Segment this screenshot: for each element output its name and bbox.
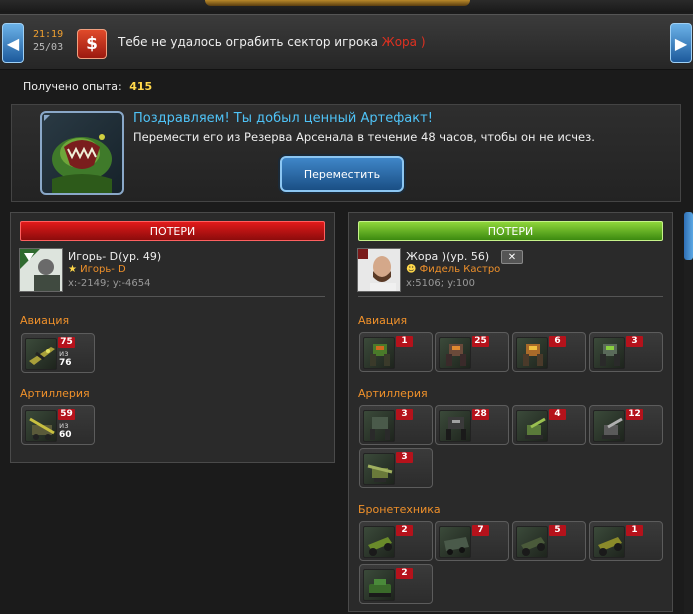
target-player-link[interactable]: Жора ) [382, 35, 426, 49]
divider [20, 296, 325, 297]
experience-label: Получено опыта: [23, 80, 122, 93]
unit-card[interactable]: 3 [359, 405, 433, 445]
turret-icon [516, 410, 548, 442]
unit-lost-count: 4 [549, 409, 566, 420]
experience-value: 415 [129, 80, 153, 93]
player-coords: x:5106; y:100 [406, 278, 475, 289]
unit-lost-count: 2 [396, 525, 413, 536]
notification-bar: ◀ 21:19 25/03 $ Тебе не удалось ограбить… [0, 14, 693, 70]
notification-text: Тебе не удалось ограбить сектор игрока [118, 35, 378, 49]
unit-lost-count: 3 [626, 336, 643, 347]
unit-of-label: из [59, 349, 69, 358]
unit-card[interactable]: 3 [359, 448, 433, 488]
category-aviation: Авиация [20, 314, 70, 327]
unit-card[interactable]: 7 [435, 521, 509, 561]
aircraft-icon [25, 338, 57, 370]
artifact-title: Поздравляем! Ты добыл ценный Артефакт! [133, 111, 433, 126]
losses-header: ПОТЕРИ [358, 221, 663, 241]
unit-card[interactable]: 2 [359, 564, 433, 604]
chevron-left-icon: ◀ [6, 33, 20, 53]
guild-name: Фидель Кастро [419, 264, 501, 275]
unit-lost-count: 5 [549, 525, 566, 536]
notification-message: Тебе не удалось ограбить сектор игрока Ж… [118, 35, 426, 49]
divider [358, 296, 663, 297]
unit-lost-count: 1 [396, 336, 413, 347]
unit-lost-count: 1 [626, 525, 643, 536]
unit-card[interactable]: 28 [435, 405, 509, 445]
player-name[interactable]: Жора )(ур. 56) [406, 250, 489, 263]
unit-card[interactable]: 6 [512, 332, 586, 372]
unit-card[interactable]: 1 [359, 332, 433, 372]
defender-losses-panel: ПОТЕРИ Жора )(ур. 56) ✕ ☻ Фидель Кастро … [348, 212, 673, 612]
unit-lost-count: 2 [396, 568, 413, 579]
unit-card[interactable]: 59 из 60 [21, 405, 95, 445]
losses-header: ПОТЕРИ [20, 221, 325, 241]
player-name[interactable]: Игорь- D(ур. 49) [68, 250, 161, 263]
unit-card[interactable]: 5 [512, 521, 586, 561]
unit-card[interactable]: 25 [435, 332, 509, 372]
category-aviation: Авиация [358, 314, 408, 327]
buggy-dark-icon [516, 526, 548, 558]
avatar[interactable] [19, 248, 63, 292]
unit-card[interactable]: 4 [512, 405, 586, 445]
player-guild[interactable]: ★ Игорь- D [68, 264, 126, 275]
walker-icon [363, 410, 395, 442]
unit-lost-count: 6 [549, 336, 566, 347]
artifact-text: Перемести его из Резерва Арсенала в тече… [133, 130, 595, 144]
unit-card[interactable]: 12 [589, 405, 663, 445]
guild-name: Игорь- D [80, 264, 126, 275]
next-notification-button[interactable]: ▶ [670, 23, 692, 63]
category-armor: Бронетехника [358, 503, 441, 516]
chevron-right-icon: ▶ [674, 33, 688, 53]
turret-grey-icon [593, 410, 625, 442]
mech-brown-icon [439, 337, 471, 369]
gun-icon [363, 453, 395, 485]
star-icon: ★ [68, 264, 77, 275]
apc-icon [439, 526, 471, 558]
unit-card[interactable]: 2 [359, 521, 433, 561]
tank-icon [363, 569, 395, 601]
buggy-icon [363, 526, 395, 558]
buggy-yellow-icon [593, 526, 625, 558]
unit-total-count: 76 [59, 358, 72, 368]
mech-green-icon [363, 337, 395, 369]
unit-lost-count: 7 [472, 525, 489, 536]
unit-lost-count: 59 [58, 409, 75, 420]
unit-lost-count: 3 [396, 409, 413, 420]
category-artillery: Артиллерия [20, 387, 90, 400]
unit-card[interactable]: 3 [589, 332, 663, 372]
unit-lost-count: 12 [626, 409, 643, 420]
mech-orange-icon [516, 337, 548, 369]
unit-lost-count: 28 [472, 409, 489, 420]
mech-grey-icon [593, 337, 625, 369]
notification-date: 25/03 [33, 42, 64, 53]
player-coords: x:-2149; y:-4654 [68, 278, 151, 289]
category-artillery: Артиллерия [358, 387, 428, 400]
skull-icon: ☻ [406, 264, 417, 275]
unit-total-count: 60 [59, 430, 72, 440]
walker-dark-icon [439, 410, 471, 442]
scrollbar-track[interactable] [684, 212, 693, 614]
avatar[interactable] [357, 248, 401, 292]
unit-card[interactable]: 1 [589, 521, 663, 561]
prev-notification-button[interactable]: ◀ [2, 23, 24, 63]
artillery-icon [25, 410, 57, 442]
notification-time: 21:19 [33, 29, 64, 40]
attacker-losses-panel: ПОТЕРИ Игорь- D(ур. 49) ★ Игорь- D x:-21… [10, 212, 335, 463]
player-guild[interactable]: ☻ Фидель Кастро [406, 264, 500, 275]
scrollbar-thumb[interactable] [684, 212, 693, 260]
unit-lost-count: 3 [396, 452, 413, 463]
experience-row: Получено опыта: 415 [23, 80, 152, 93]
unit-card[interactable]: 75 из 76 [21, 333, 95, 373]
unit-of-label: из [59, 421, 69, 430]
close-icon[interactable]: ✕ [501, 250, 523, 264]
robbery-icon: $ [77, 29, 107, 59]
move-artifact-button[interactable]: Переместить [280, 156, 404, 192]
unit-lost-count: 75 [58, 337, 75, 348]
top-decoration [0, 0, 693, 12]
artifact-monster-icon [40, 111, 124, 195]
unit-lost-count: 25 [472, 336, 489, 347]
artifact-panel: Поздравляем! Ты добыл ценный Артефакт! П… [11, 104, 681, 202]
